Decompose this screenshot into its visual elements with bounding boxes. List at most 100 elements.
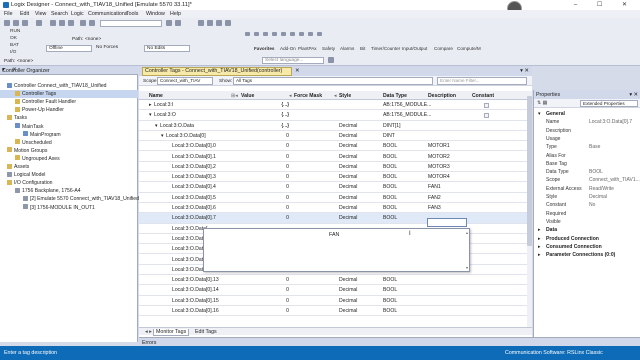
ladder-otl-icon[interactable] — [290, 32, 295, 36]
expand-icon[interactable]: ▸ — [538, 251, 541, 259]
property-row[interactable]: Alias For — [534, 152, 640, 160]
tree-item[interactable]: I/O Configuration — [0, 179, 138, 187]
property-row[interactable]: Description — [534, 127, 640, 135]
mode-dropdown[interactable]: Offline — [46, 45, 92, 52]
style-cell[interactable]: Decimal — [339, 141, 357, 151]
open-icon[interactable] — [13, 20, 19, 26]
table-row[interactable]: ▸ Local:3:I {...} {...} AB:1756_MODULE... — [139, 100, 527, 111]
errors-pane[interactable]: Errors — [139, 337, 640, 346]
tree-item[interactable]: MainProgram — [0, 131, 138, 139]
show-dropdown[interactable]: All Tags — [233, 77, 433, 85]
ladder-ote-icon[interactable] — [281, 32, 286, 36]
tree-item[interactable]: Ungrouped Axes — [0, 155, 138, 163]
paste-icon[interactable] — [68, 20, 74, 26]
tree-item[interactable]: Controller Fault Handler — [0, 98, 138, 106]
ladder-xio-icon[interactable] — [272, 32, 277, 36]
property-row[interactable]: Name Local:3:O.Data[0].7 — [534, 118, 640, 126]
edits-status[interactable]: No Edits — [144, 45, 190, 52]
tree-item[interactable]: Motion Groups — [0, 147, 138, 155]
tree-item[interactable]: [2] Emulate 5570 Connect_with_TIAV18_Uni… — [0, 195, 139, 203]
save-icon[interactable] — [22, 20, 28, 26]
table-row[interactable]: ▾ Local:3:O.Data {...} {...} Decimal DINT[1] — [139, 121, 527, 131]
property-section[interactable]: ▸ Consumed Connection — [534, 243, 640, 251]
tab-close-icon[interactable]: ✕ — [295, 68, 299, 74]
col-value-menu-icon[interactable]: ◂ — [289, 93, 292, 99]
menu-help[interactable]: Help — [170, 11, 181, 17]
ribbon-tab-alarms[interactable]: Alarms — [340, 46, 354, 51]
table-row[interactable]: Local:3:O.Data[0].3 0 Decimal BOOL MOTOR4 — [139, 172, 527, 183]
tree-item[interactable]: 1756 Backplane, 1756-A4 — [0, 187, 138, 195]
path-value[interactable]: <none> — [85, 37, 101, 42]
collapse-icon[interactable]: ▾ — [538, 110, 541, 118]
property-section[interactable]: ▸ Produced Connection — [534, 235, 640, 243]
table-row[interactable]: ▾ Local:3:O {...} {...} AB:1756_MODULE... — [139, 110, 527, 121]
find-next-icon[interactable] — [175, 20, 181, 26]
description-cell[interactable]: MOTOR2 — [428, 152, 450, 162]
editor-menu-icon[interactable]: ▾ ✕ — [520, 68, 529, 74]
data-type-cell[interactable]: BOOL — [383, 296, 397, 306]
style-cell[interactable]: Decimal — [339, 296, 357, 306]
ladder-osr-icon[interactable] — [317, 32, 322, 36]
property-row[interactable]: Usage — [534, 135, 640, 143]
ribbon-tab-compute-math[interactable]: Compute/M — [457, 46, 481, 51]
tag-name-cell[interactable]: Local:3:O.Data[0].14 — [172, 285, 219, 295]
col-force-menu-icon[interactable]: ◂ — [334, 93, 337, 99]
table-row[interactable]: ▾ Local:3:O.Data[0] 0 Decimal DINT — [139, 131, 527, 142]
ladder-xic-icon[interactable] — [263, 32, 268, 36]
tree-item[interactable]: Unscheduled — [0, 139, 138, 147]
tree-item[interactable]: Logical Model — [0, 171, 138, 179]
properties-close-icon[interactable]: ▾ ✕ — [629, 92, 638, 98]
grid-scrollbar[interactable] — [527, 91, 532, 331]
table-row[interactable]: Local:3:O.Data[0].5 0 Decimal BOOL FAN2 — [139, 193, 527, 203]
tag-name-cell[interactable]: Local:3:O.Data[0].7 — [172, 213, 216, 223]
property-row[interactable]: Scope Connect_with_TIAV1... — [534, 176, 640, 184]
property-value[interactable]: Read/Write — [589, 185, 614, 193]
expand-icon[interactable]: ▸ — [538, 235, 541, 243]
ribbon-tab-compare[interactable]: Compare — [434, 46, 453, 51]
expand-toggle-icon[interactable]: ▾ — [149, 110, 152, 120]
col-force-mask[interactable]: Force Mask — [294, 93, 322, 99]
popup-scroll-down-icon[interactable]: ▾ — [466, 265, 468, 270]
col-description[interactable]: Description — [428, 93, 456, 99]
tag-name-cell[interactable]: Local:3:O.Data[0].0 — [172, 141, 216, 151]
tag-name-cell[interactable]: Local:3:O.Data[0].15 — [172, 296, 219, 306]
table-row[interactable]: Local:3:O.Data[0].4 0 Decimal BOOL FAN1 — [139, 182, 527, 193]
tag-name-cell[interactable]: Local:3:O.Data[0].13 — [172, 275, 219, 285]
menu-communications[interactable]: Communications — [88, 11, 127, 17]
constant-checkbox[interactable] — [484, 103, 489, 108]
print-icon[interactable] — [36, 20, 42, 26]
property-row[interactable]: Data Type BOOL — [534, 168, 640, 176]
ribbon-tab-bit[interactable]: Bit — [360, 46, 365, 51]
expand-toggle-icon[interactable]: ▸ — [149, 100, 152, 110]
col-data-type[interactable]: Data Type — [383, 93, 407, 99]
property-row[interactable]: Type Base — [534, 143, 640, 151]
expand-toggle-icon[interactable]: ▾ — [155, 121, 158, 131]
col-sort-icon[interactable]: ⊞◂ — [231, 93, 238, 99]
ladder-otu-icon[interactable] — [299, 32, 304, 36]
table-row[interactable]: Local:3:O.Data[0].14 0 Decimal BOOL — [139, 285, 527, 296]
tag-name-cell[interactable]: Local:3:O.Data[0].5 — [172, 193, 216, 203]
property-value[interactable]: No — [589, 201, 595, 209]
ribbon-tab-input-output[interactable]: Input/Output — [402, 46, 427, 51]
property-value[interactable]: BOOL — [589, 168, 603, 176]
ribbon-tab-plantpax[interactable]: PlantPAx — [298, 46, 317, 51]
tree-item[interactable]: Power-Up Handler — [0, 106, 138, 114]
expand-icon[interactable]: ▸ — [538, 226, 541, 234]
ladder-branch-icon[interactable] — [254, 32, 259, 36]
menu-edit[interactable]: Edit — [20, 11, 29, 17]
property-row[interactable]: Required — [534, 210, 640, 218]
description-cell[interactable]: FAN2 — [428, 193, 441, 203]
pin-icon[interactable]: ▾ ✕ — [2, 67, 135, 73]
name-filter-input[interactable]: Enter Name Filter... — [437, 77, 527, 85]
property-value[interactable]: Connect_with_TIAV1... — [589, 176, 640, 184]
tag-name-cell[interactable]: Local:3:O.Data[0].4 — [172, 182, 216, 192]
upload-icon[interactable] — [225, 20, 231, 26]
properties-mode-dropdown[interactable]: Extended Properties — [580, 100, 638, 107]
tree-item[interactable]: Controller Tags — [0, 90, 138, 99]
ribbon-tab-safety[interactable]: Safety — [322, 46, 335, 51]
online-icon[interactable] — [207, 20, 213, 26]
scope-dropdown[interactable]: Connect_with_TIAV — [157, 77, 213, 85]
data-type-cell[interactable]: BOOL — [383, 193, 397, 203]
tree-item[interactable]: Tasks — [0, 114, 138, 122]
description-cell[interactable]: MOTOR3 — [428, 162, 450, 172]
